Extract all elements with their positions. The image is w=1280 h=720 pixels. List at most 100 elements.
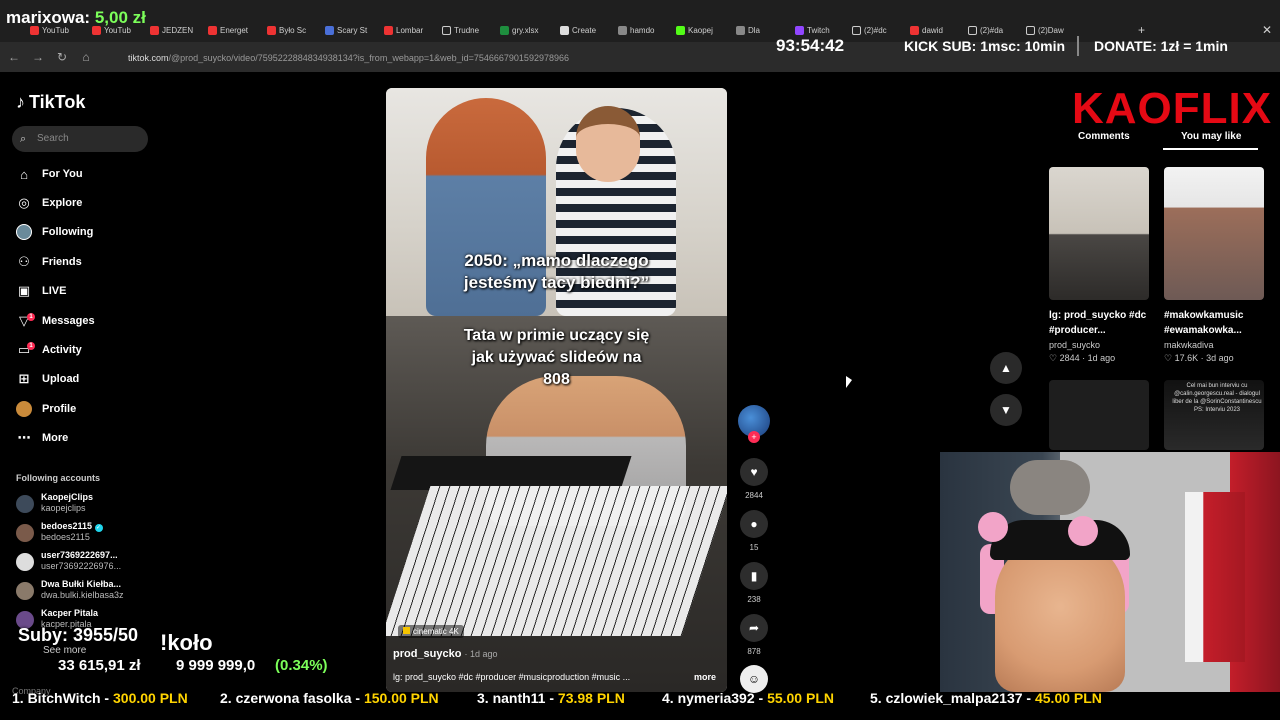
- streamer-hair: [990, 520, 1130, 560]
- following-account[interactable]: user7369222697... user73692226976...: [16, 549, 146, 575]
- ticker-item: 1. BitchWitch - 300.00 PLN: [12, 690, 188, 706]
- tab-comments[interactable]: Comments: [1078, 131, 1130, 142]
- close-window-icon[interactable]: ✕: [1262, 22, 1274, 38]
- ticker-item: 2. czerwona fasolka - 150.00 PLN: [220, 690, 439, 706]
- nav-profile[interactable]: Profile: [16, 398, 156, 420]
- following-account[interactable]: KaopejClips kaopejclips: [16, 491, 146, 517]
- avatar: [16, 553, 34, 571]
- forward-icon[interactable]: →: [30, 49, 46, 65]
- nav-explore[interactable]: ◎ Explore: [16, 192, 156, 214]
- youtube-icon: [384, 25, 393, 35]
- browser-tab[interactable]: (2)#dc: [852, 22, 898, 38]
- follow-plus-icon[interactable]: +: [748, 431, 760, 443]
- wheel-command: !koło: [160, 630, 213, 655]
- donate-info: DONATE: 1zł = 1min: [1094, 38, 1228, 54]
- following-accounts-title: Following accounts: [16, 473, 101, 483]
- kaoflix-logo: KAOFLIX: [1072, 84, 1273, 133]
- next-video-button[interactable]: ▼: [990, 394, 1022, 426]
- comment-icon: ●: [740, 510, 768, 538]
- chevron-up-icon: ▲: [1000, 361, 1012, 375]
- browser-tab[interactable]: Dla: [736, 22, 762, 38]
- more-icon: ⋯: [17, 430, 31, 445]
- heart-icon: ♥: [740, 458, 768, 486]
- browser-tab[interactable]: dawid: [910, 22, 956, 38]
- subs-counter: Suby: 3955/50: [18, 625, 139, 645]
- share-icon: ➦: [740, 614, 768, 642]
- globe-icon: [736, 25, 745, 35]
- reload-icon[interactable]: ↻: [54, 49, 70, 65]
- previous-video-button[interactable]: ▲: [990, 352, 1022, 384]
- share-button[interactable]: ➦ 878: [740, 614, 768, 656]
- home-icon[interactable]: ⌂: [78, 49, 94, 65]
- webcam-feed: [940, 452, 1280, 692]
- related-video-author[interactable]: makwkadiva: [1164, 340, 1214, 350]
- related-video-thumbnail[interactable]: [1164, 167, 1264, 300]
- nav-following[interactable]: Following: [16, 221, 156, 243]
- related-video-title[interactable]: lg: prod_suycko #dc #producer...: [1049, 308, 1149, 338]
- heart-outline-icon: ♡: [1049, 353, 1058, 363]
- browser-tab[interactable]: gry.xlsx: [500, 22, 546, 38]
- nav-messages[interactable]: ▽ 1 Messages: [16, 310, 156, 332]
- search-input[interactable]: ⌕ Search: [12, 126, 148, 152]
- nav-more[interactable]: ⋯ More: [16, 427, 156, 449]
- scary-icon: [325, 25, 334, 35]
- browser-tab[interactable]: Trudne: [442, 22, 488, 38]
- ticker-item: 3. nanth11 - 73.98 PLN: [477, 690, 625, 706]
- avatar: [16, 524, 34, 542]
- browser-tab[interactable]: Energet: [208, 22, 254, 38]
- save-button[interactable]: ▮ 238: [740, 562, 768, 604]
- back-icon[interactable]: ←: [6, 49, 22, 65]
- nav-upload[interactable]: ⊞ Upload: [16, 368, 156, 390]
- new-tab-button[interactable]: +: [1138, 22, 1150, 38]
- activity-icon: ▭ 1: [16, 342, 35, 358]
- nav-activity[interactable]: ▭ 1 Activity: [16, 339, 156, 361]
- related-video-author[interactable]: prod_suycko: [1049, 340, 1100, 350]
- following-account[interactable]: Dwa Bułki Kiełba... dwa.bulki.kielbasa3z: [16, 578, 146, 604]
- heart-outline-icon: ♡: [1164, 353, 1173, 363]
- video-description: lg: prod_suycko #dc #producer #musicprod…: [393, 672, 631, 682]
- home-icon: ⌂: [20, 166, 28, 182]
- nav-for-you[interactable]: ⌂ For You: [16, 163, 156, 185]
- following-account[interactable]: bedoes2115 ✓ bedoes2115: [16, 520, 146, 546]
- tiktok-logo[interactable]: ♪ TikTok: [16, 92, 85, 113]
- create-icon: [560, 25, 569, 35]
- browser-tab[interactable]: Kaopej: [676, 22, 722, 38]
- avatar: [16, 495, 34, 513]
- see-more-link[interactable]: See more: [43, 645, 86, 656]
- profile-icon: [16, 401, 32, 417]
- related-video-thumbnail[interactable]: [1049, 380, 1149, 450]
- tiktok-icon: [1026, 25, 1035, 35]
- youtube-icon: [267, 25, 276, 35]
- browser-tab[interactable]: (2)#da: [968, 22, 1014, 38]
- webcam-flag: [1185, 492, 1245, 662]
- mouse-cursor: [846, 376, 852, 388]
- nav-live[interactable]: ▣ LIVE: [16, 280, 156, 302]
- browser-tab[interactable]: hamdo: [618, 22, 664, 38]
- tiktok-icon: [852, 25, 861, 35]
- effect-tag[interactable]: cinematic 4K: [398, 625, 464, 638]
- like-button[interactable]: ♥ 2844: [740, 458, 768, 500]
- subathon-timer: 93:54:42: [776, 36, 845, 55]
- related-video-thumbnail[interactable]: [1049, 167, 1149, 300]
- money-goal: 9 999 999,0: [176, 657, 256, 674]
- friends-icon: ⚇: [18, 254, 30, 269]
- browser-tab[interactable]: Create: [560, 22, 606, 38]
- video-more-button[interactable]: more: [694, 672, 716, 682]
- url-field[interactable]: tiktok.com/@prod_suycko/video/7595222884…: [104, 48, 754, 68]
- streamer-face: [995, 537, 1125, 692]
- comment-button[interactable]: ● 15: [740, 510, 768, 552]
- top-donor: marixowa: 5,00 zł: [6, 8, 146, 27]
- screen: YouTub YouTub JEDZEN Energet Było Sc Sca…: [0, 0, 1280, 720]
- browser-tab[interactable]: (2)Daw: [1026, 22, 1072, 38]
- video-player[interactable]: 2050: „mamo dlaczego jesteśmy tacy biedni…: [386, 88, 727, 692]
- browser-tab[interactable]: Scary St: [325, 22, 371, 38]
- browser-tab[interactable]: JEDZEN: [150, 22, 196, 38]
- nav-friends[interactable]: ⚇ Friends: [16, 251, 156, 273]
- video-author[interactable]: prod_suycko · 1d ago: [393, 648, 498, 660]
- tab-you-may-like[interactable]: You may like: [1181, 131, 1241, 142]
- avatar: [16, 582, 34, 600]
- browser-tab[interactable]: Było Sc: [267, 22, 313, 38]
- video-caption-top: 2050: „mamo dlaczego jesteśmy tacy biedni…: [463, 251, 650, 292]
- related-video-title[interactable]: #makowkamusic #ewamakowka...: [1164, 308, 1264, 338]
- browser-tab[interactable]: Lombar: [384, 22, 430, 38]
